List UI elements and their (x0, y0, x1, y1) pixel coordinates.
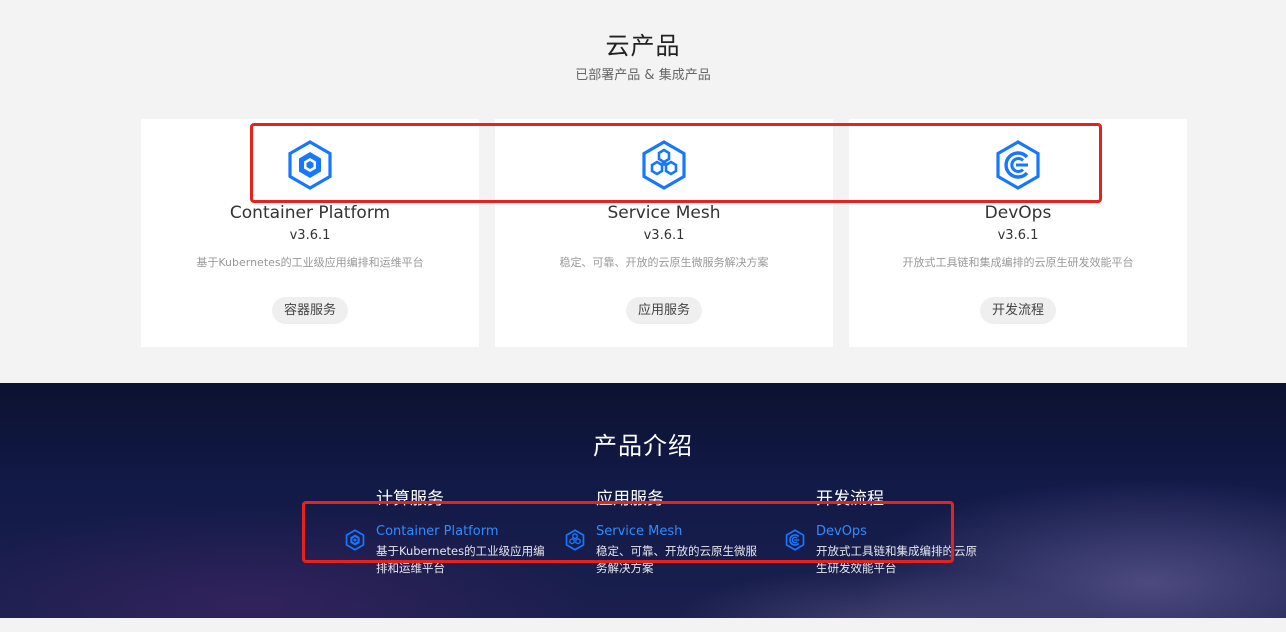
container-platform-icon (344, 529, 366, 551)
intro-column-devflow: 开发流程 DevOps 开放式工具链和集成编排的云原生研发效能平台 (784, 484, 984, 577)
category-tag[interactable]: 应用服务 (625, 297, 703, 324)
product-link[interactable]: Service Mesh (596, 523, 764, 541)
card-version: v3.6.1 (289, 228, 331, 243)
product-card-service-mesh[interactable]: Service Mesh v3.6.1 稳定、可靠、开放的云原生微服务解决方案 … (495, 119, 833, 347)
category-tag[interactable]: 容器服务 (271, 297, 349, 324)
intro-product-service-mesh[interactable]: Service Mesh 稳定、可靠、开放的云原生微服务解决方案 (564, 523, 764, 577)
footer-strip (0, 618, 1286, 632)
section-title: 云产品 (605, 32, 681, 60)
card-title: Service Mesh (607, 203, 721, 223)
category-tag[interactable]: 开发流程 (979, 297, 1057, 324)
cloud-products-section: 云产品 已部署产品 & 集成产品 Container Platform v3.6… (0, 0, 1286, 383)
intro-product-devops[interactable]: DevOps 开放式工具链和集成编排的云原生研发效能平台 (784, 523, 984, 577)
intro-column-application: 应用服务 Service Mesh 稳定、可靠、开放的云原生微服务解决方案 (564, 484, 764, 577)
column-heading: 计算服务 (376, 489, 444, 509)
service-mesh-icon (564, 529, 586, 551)
container-platform-icon (284, 139, 336, 191)
devops-icon (784, 529, 806, 551)
card-description: 开放式工具链和集成编排的云原生研发效能平台 (902, 256, 1134, 269)
card-title: DevOps (984, 203, 1052, 223)
product-card-container-platform[interactable]: Container Platform v3.6.1 基于Kubernetes的工… (141, 119, 479, 347)
intro-product-container-platform[interactable]: Container Platform 基于Kubernetes的工业级应用编排和… (344, 523, 545, 577)
product-description: 开放式工具链和集成编排的云原生研发效能平台 (816, 544, 977, 575)
section-subtitle: 已部署产品 & 集成产品 (575, 68, 711, 83)
column-heading: 开发流程 (816, 489, 884, 509)
card-version: v3.6.1 (997, 228, 1039, 243)
product-description: 基于Kubernetes的工业级应用编排和运维平台 (376, 544, 545, 575)
product-card-devops[interactable]: DevOps v3.6.1 开放式工具链和集成编排的云原生研发效能平台 开发流程 (849, 119, 1187, 347)
section-title: 产品介绍 (593, 432, 693, 460)
product-description: 稳定、可靠、开放的云原生微服务解决方案 (596, 544, 757, 575)
intro-column-compute: 计算服务 Container Platform 基于Kubernetes的工业级… (344, 484, 545, 577)
service-mesh-icon (638, 139, 690, 191)
product-link[interactable]: Container Platform (376, 523, 544, 541)
column-heading: 应用服务 (596, 489, 664, 509)
card-description: 稳定、可靠、开放的云原生微服务解决方案 (559, 256, 769, 269)
product-link[interactable]: DevOps (816, 523, 984, 541)
devops-icon (992, 139, 1044, 191)
card-description: 基于Kubernetes的工业级应用编排和运维平台 (196, 256, 424, 269)
product-intro-section: 产品介绍 计算服务 Container Platform 基于Kubernete… (0, 383, 1286, 618)
card-title: Container Platform (229, 203, 391, 223)
card-version: v3.6.1 (643, 228, 685, 243)
